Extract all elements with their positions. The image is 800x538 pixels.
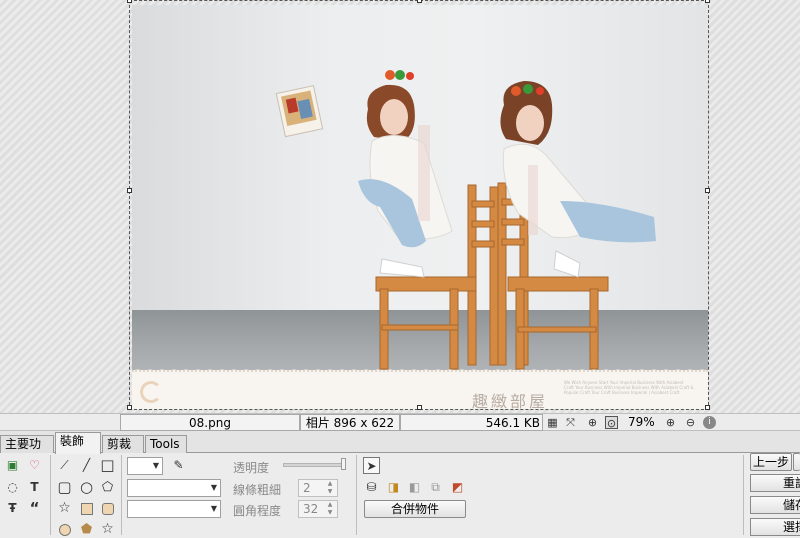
line-width-stepper[interactable]: 2 ▲ ▼	[298, 479, 338, 497]
tab-main[interactable]: 主要功能	[0, 435, 54, 467]
rounded-rect-icon[interactable]: ▢	[56, 479, 73, 496]
merge-objects-button[interactable]: 合併物件	[364, 500, 466, 518]
undo-button[interactable]: 上一步	[750, 453, 792, 471]
corner-radius-stepper[interactable]: 32 ▲ ▼	[298, 500, 338, 518]
corner-radius-label: 圓角程度	[233, 504, 282, 518]
info-icon[interactable]: i	[703, 416, 716, 429]
resize-handle-s[interactable]	[417, 405, 422, 410]
status-filename: 08.png	[120, 414, 300, 431]
group-icon[interactable]: ⧉	[427, 479, 444, 496]
canvas-area[interactable]: 趣緻部屋 We Wish Anyone Start Your Imperial …	[0, 0, 800, 413]
star-icon[interactable]: ☆	[56, 500, 73, 517]
photo-selection-frame[interactable]: 趣緻部屋 We Wish Anyone Start Your Imperial …	[127, 0, 710, 410]
resize-handle-sw[interactable]	[127, 405, 132, 410]
zoom-level: 79%	[628, 415, 655, 429]
photo-watermark-tagline: We Wish Anyone Start Your Imperial Busin…	[564, 380, 694, 395]
opacity-slider-thumb[interactable]	[341, 458, 346, 470]
separator	[50, 455, 51, 535]
line-style-dropdown[interactable]: ▼	[127, 479, 221, 497]
circle-icon[interactable]: ○	[78, 479, 95, 496]
opacity-label: 透明度	[233, 461, 270, 475]
eyedropper-icon[interactable]: ✎	[170, 457, 187, 474]
color-dropdown[interactable]: ▼	[127, 457, 163, 475]
tab-crop[interactable]: 剪裁	[102, 435, 144, 453]
recolor-icon[interactable]: ◩	[449, 479, 466, 496]
resize-handle-w[interactable]	[127, 188, 132, 193]
status-bar: 08.png 相片 896 x 622 546.1 KB ▦ ⤧ ⊕ ⊙ 79%…	[0, 413, 800, 431]
text-icon[interactable]: T	[26, 479, 43, 496]
send-back-icon[interactable]: ◧	[406, 479, 423, 496]
separator	[743, 455, 744, 535]
zoom-out-icon[interactable]: ⊖	[684, 416, 697, 429]
fit-icon[interactable]: ⤧	[564, 416, 577, 429]
tab-decoration[interactable]: 裝飾	[55, 432, 101, 454]
pentagon-icon[interactable]: ⬠	[99, 479, 116, 496]
photo[interactable]: 趣緻部屋 We Wish Anyone Start Your Imperial …	[132, 5, 708, 409]
undo-dropdown-button[interactable]	[793, 453, 800, 471]
resize-handle-e[interactable]	[705, 188, 710, 193]
reset-button[interactable]: 重設	[750, 474, 800, 492]
separator	[356, 455, 357, 535]
status-filesize: 546.1 KB	[400, 414, 543, 431]
fill-style-dropdown[interactable]: ▼	[127, 500, 221, 518]
pointer-icon[interactable]: ➤	[363, 457, 380, 474]
checker-icon[interactable]: ▦	[546, 416, 559, 429]
text-path-icon[interactable]: Ŧ	[4, 500, 21, 517]
filled-rect-icon[interactable]	[78, 500, 95, 517]
outline-star-icon[interactable]: ☆	[99, 521, 116, 538]
heart-stamp-icon[interactable]: ♡	[26, 457, 43, 474]
corner-radius-value: 32	[303, 502, 319, 516]
line-icon[interactable]: ╱	[78, 457, 95, 474]
filled-circle-icon[interactable]	[56, 521, 73, 538]
line-width-label: 線條粗細	[233, 483, 282, 497]
resize-handle-se[interactable]	[705, 405, 710, 410]
image-icon[interactable]: ▣	[4, 457, 21, 474]
speech-bubble-icon[interactable]: ◌	[4, 479, 21, 496]
magic-wand-icon[interactable]: ⟋	[56, 457, 73, 474]
bucket-icon[interactable]: ⛁	[363, 479, 380, 496]
zoom-in-icon[interactable]: ⊕	[664, 416, 677, 429]
line-width-value: 2	[303, 481, 311, 495]
filled-pentagon-icon[interactable]: ⬟	[78, 521, 95, 538]
tab-strip: 主要功能 裝飾 剪裁 Tools	[0, 431, 800, 467]
swirl-ornament	[140, 381, 162, 403]
zoom-fit-icon[interactable]: ⊙	[605, 416, 618, 430]
status-dimensions: 相片 896 x 622	[300, 414, 400, 431]
separator	[121, 455, 122, 535]
photo-scene	[275, 70, 656, 370]
resize-handle-ne[interactable]	[705, 0, 710, 3]
tab-tools[interactable]: Tools	[145, 435, 187, 453]
zoom-actual-icon[interactable]: ⊕	[586, 416, 599, 429]
resize-handle-nw[interactable]	[127, 0, 132, 3]
opacity-slider[interactable]	[283, 463, 345, 467]
decoration-tools-panel: ▣ ♡ ◌ T Ŧ “ ⟋ ╱ □ ▢ ○ ⬠ ☆ ⬟ ☆ ▼ ✎ ▼ ▼ 透明…	[0, 453, 800, 538]
save-button[interactable]: 儲存	[750, 496, 800, 514]
resize-handle-n[interactable]	[417, 0, 422, 3]
quote-icon[interactable]: “	[26, 500, 43, 517]
select-button[interactable]: 選擇	[750, 518, 800, 536]
bring-front-icon[interactable]: ◨	[385, 479, 402, 496]
photo-watermark: 趣緻部屋	[472, 392, 549, 409]
filled-rounded-rect-icon[interactable]	[99, 500, 116, 517]
rectangle-icon[interactable]: □	[99, 457, 116, 474]
